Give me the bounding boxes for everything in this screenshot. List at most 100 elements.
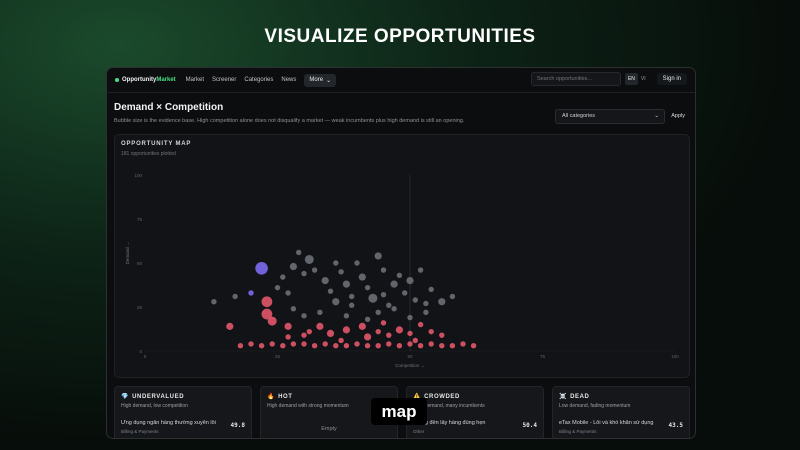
bubble-point (460, 341, 466, 347)
search-input[interactable] (530, 72, 621, 86)
x-tick-label: 50 (407, 354, 413, 359)
card-item-category: Other (413, 429, 425, 434)
bubble-point (304, 254, 314, 264)
bubble-point (358, 322, 366, 330)
hero-title: VISUALIZE OPPORTUNITIES (264, 26, 536, 47)
bubble-point (380, 291, 387, 298)
card-title: 💎 UNDERVALUED (121, 393, 184, 401)
nav-more-button[interactable]: More ⌄ (304, 73, 337, 87)
bubble-point (311, 343, 318, 349)
bubble-point (316, 322, 324, 330)
bubble-point (255, 261, 268, 275)
apply-button[interactable]: Apply (671, 113, 685, 119)
nav-link-screener[interactable]: Screener (212, 77, 236, 83)
card-subtitle: High demand with strong momentum (267, 403, 349, 409)
bubble-point (439, 343, 445, 349)
bubble-point (395, 326, 403, 334)
bubble-point (248, 290, 254, 296)
fire-icon: 🔥 (267, 394, 276, 400)
brand-logo[interactable]: Opportunity Market (115, 77, 176, 83)
bubble-point (258, 343, 265, 349)
bubble-point (449, 343, 456, 349)
bubble-point (396, 272, 403, 279)
opportunity-map-panel: OPPORTUNITY MAP 181 opportunities plotte… (114, 134, 690, 378)
y-tick-label: 75 (137, 217, 143, 222)
card-item-title[interactable]: Ứng dụng ngân hàng thường xuyên lỗi (121, 420, 221, 426)
bubble-point (417, 267, 424, 273)
bubble-point (289, 262, 297, 271)
bubble-point (358, 273, 366, 281)
bubble-point (402, 290, 408, 296)
brand-prefix: Opportunity (122, 77, 157, 83)
bubble-point (338, 269, 344, 275)
bubble-point (284, 322, 292, 330)
bubble-point (237, 343, 244, 349)
bubble-point (354, 260, 360, 266)
page-header: Demand × Competition Bubble size is the … (114, 102, 464, 124)
card-item-title[interactable]: không đến lấy hàng đúng hẹn (413, 420, 513, 426)
bubble-point (267, 316, 277, 326)
bubble-point (290, 306, 297, 312)
y-axis-label: Demand → (125, 242, 130, 265)
y-tick-label: 25 (137, 305, 143, 310)
chevron-down-icon: ⌄ (654, 113, 659, 119)
nav-link-news[interactable]: News (281, 77, 296, 83)
y-tick-label: 0 (139, 349, 142, 354)
bubble-point (290, 341, 297, 347)
card-item-title[interactable]: eTax Mobile - Lỗi và khó khăn sử dụng (559, 420, 659, 426)
y-tick-label: 50 (137, 261, 143, 266)
bubble-point (321, 277, 329, 285)
card-dead[interactable]: ☠️ DEAD Low demand, fading momentum eTax… (552, 386, 690, 438)
lang-en-button[interactable]: EN (624, 73, 638, 85)
bubble-point (407, 341, 413, 347)
bubble-point (274, 284, 281, 291)
diamond-icon: 💎 (121, 394, 130, 400)
bubble-point (285, 290, 291, 296)
map-caption-tag: map (371, 398, 427, 425)
bubble-point (364, 284, 371, 291)
bubble-point (386, 302, 392, 308)
bubble-point (296, 249, 302, 256)
top-nav: Opportunity Market Market Screener Catego… (107, 68, 695, 93)
bubble-point (407, 330, 413, 337)
category-select[interactable]: All categories ⌄ (555, 109, 665, 124)
bubble-point (342, 280, 350, 288)
x-tick-label: 25 (275, 354, 281, 359)
bubble-point (470, 343, 477, 349)
bubble-point (301, 341, 307, 347)
bubble-point (390, 280, 398, 288)
bubble-point (301, 332, 307, 338)
card-title-text: CROWDED (424, 393, 460, 400)
card-undervalued[interactable]: 💎 UNDERVALUED High demand, low competiti… (114, 386, 252, 438)
bubble-point (333, 343, 339, 349)
nav-link-categories[interactable]: Categories (244, 77, 273, 83)
bubble-point (342, 326, 350, 334)
bubble-point (375, 328, 381, 335)
card-item-category: Billing & Payments (121, 429, 159, 434)
bubble-point (375, 309, 381, 315)
bubble-point (386, 332, 392, 338)
bubble-chart[interactable]: 0 25 50 75 100 0 25 50 75 100 Competition → Demand … (115, 135, 689, 377)
bubble-point (285, 334, 291, 340)
bubble-point (269, 341, 275, 347)
bubble-point (423, 300, 429, 307)
card-title: 🔥 HOT (267, 393, 293, 401)
page-subtitle: Bubble size is the evidence base. High c… (114, 118, 465, 124)
bubble-point (412, 297, 418, 303)
bubble-point (407, 314, 413, 321)
signin-button[interactable]: Sign in (656, 73, 687, 85)
bubble-point (349, 302, 355, 308)
lang-vi-button[interactable]: VI (638, 73, 649, 85)
bubble-point (396, 343, 403, 349)
nav-link-market[interactable]: Market (186, 77, 204, 83)
card-subtitle: High demand, low competition (121, 403, 188, 409)
bubble-point (211, 299, 217, 305)
card-empty-state: Empty (321, 426, 337, 432)
bubble-point (386, 341, 392, 347)
skull-icon: ☠️ (559, 394, 568, 400)
brand-suffix: Market (156, 77, 176, 83)
bubble-point (391, 306, 397, 312)
bubble-point (375, 343, 381, 349)
bubble-point (333, 260, 339, 266)
bubble-point (364, 333, 372, 341)
